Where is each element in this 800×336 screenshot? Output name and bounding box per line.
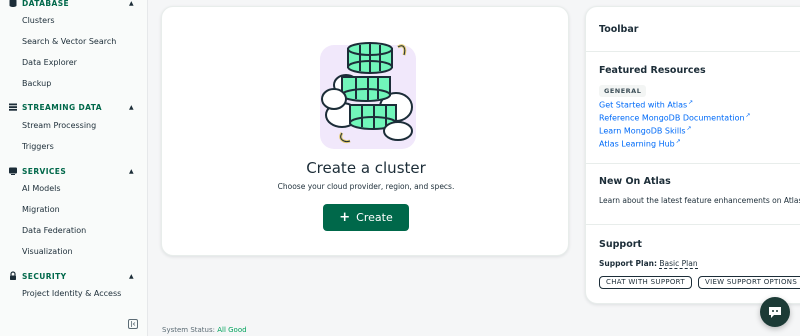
status-value[interactable]: All Good [217, 326, 246, 334]
link-learn-skills[interactable]: Learn MongoDB Skills↗ [599, 125, 692, 136]
section-label: SECURITY [22, 272, 67, 281]
create-button-label: Create [356, 211, 393, 224]
link-label: Learn MongoDB Skills [599, 126, 686, 136]
new-on-atlas-title: New On Atlas [599, 176, 671, 187]
support-plan-value[interactable]: Basic Plan [659, 259, 698, 269]
sidebar-item-stream-processing[interactable]: Stream Processing [22, 120, 96, 132]
sidebar-item-data-federation[interactable]: Data Federation [22, 225, 86, 237]
sidebar-item-project-identity[interactable]: Project Identity & Access [22, 288, 121, 300]
system-status: System Status: All Good [162, 326, 247, 334]
featured-resources-title: Featured Resources [599, 65, 706, 76]
page-title: Create a cluster [306, 159, 426, 177]
section-database[interactable]: DATABASE ▲ [0, 0, 148, 11]
sidebar-item-data-explorer[interactable]: Data Explorer [22, 57, 77, 69]
plus-icon: + [339, 210, 351, 225]
chat-with-support-button[interactable]: CHAT WITH SUPPORT [599, 276, 692, 289]
section-label: SERVICES [22, 167, 67, 176]
new-on-atlas-text: Learn about the latest feature enhanceme… [599, 196, 800, 205]
sidebar-item-clusters[interactable]: Clusters [22, 15, 55, 27]
support-plan: Support Plan: Basic Plan [599, 259, 698, 269]
toolbar-panel: Toolbar Featured Resources GENERAL Get S… [585, 6, 800, 304]
section-security[interactable]: SECURITY ▲ [0, 270, 148, 284]
sidebar-item-search[interactable]: Search & Vector Search [22, 36, 116, 48]
services-icon [9, 167, 17, 175]
database-icon [9, 0, 17, 7]
create-cluster-card: Create a cluster Choose your cloud provi… [161, 6, 569, 256]
support-title: Support [599, 239, 642, 250]
link-label: Get Started with Atlas [599, 100, 688, 110]
collapse-sidebar-icon[interactable] [128, 319, 138, 329]
divider [586, 224, 800, 225]
caret-up-icon[interactable]: ▲ [129, 271, 134, 283]
divider [586, 51, 800, 52]
chat-bubble-icon [769, 307, 781, 318]
page-subtitle: Choose your cloud provider, region, and … [277, 182, 455, 191]
create-cluster-button[interactable]: + Create [323, 204, 409, 231]
status-label: System Status: [162, 326, 215, 334]
chat-assistant-button[interactable] [760, 297, 790, 327]
caret-up-icon[interactable]: ▲ [129, 102, 134, 114]
caret-up-icon[interactable]: ▲ [129, 0, 134, 10]
stream-icon [9, 103, 17, 111]
external-link-icon: ↗ [675, 138, 681, 145]
sidebar-item-visualization[interactable]: Visualization [22, 246, 73, 258]
link-reference-docs[interactable]: Reference MongoDB Documentation↗ [599, 112, 751, 123]
external-link-icon: ↗ [686, 125, 692, 132]
section-services[interactable]: SERVICES ▲ [0, 165, 148, 179]
lock-icon [10, 271, 16, 280]
support-plan-label: Support Plan: [599, 259, 657, 268]
link-label: Reference MongoDB Documentation [599, 113, 745, 123]
cluster-illustration [320, 42, 416, 149]
link-label: Atlas Learning Hub [599, 139, 675, 149]
divider [586, 163, 800, 164]
view-support-options-button[interactable]: VIEW SUPPORT OPTIONS [698, 276, 800, 289]
section-streaming-data[interactable]: STREAMING DATA ▲ [0, 101, 148, 115]
external-link-icon: ↗ [688, 99, 694, 106]
link-learning-hub[interactable]: Atlas Learning Hub↗ [599, 138, 681, 149]
section-label: STREAMING DATA [22, 103, 102, 112]
sidebar: DATABASE ▲ Clusters Search & Vector Sear… [0, 0, 148, 336]
section-label: DATABASE [22, 0, 70, 8]
external-link-icon: ↗ [745, 112, 751, 119]
sidebar-item-triggers[interactable]: Triggers [22, 141, 54, 153]
sidebar-item-backup[interactable]: Backup [22, 78, 51, 90]
link-get-started[interactable]: Get Started with Atlas↗ [599, 99, 693, 110]
caret-up-icon[interactable]: ▲ [129, 166, 134, 178]
sidebar-item-migration[interactable]: Migration [22, 204, 60, 216]
toolbar-title: Toolbar [599, 24, 639, 35]
sidebar-item-ai-models[interactable]: AI Models [22, 183, 61, 195]
category-badge: GENERAL [599, 85, 647, 97]
